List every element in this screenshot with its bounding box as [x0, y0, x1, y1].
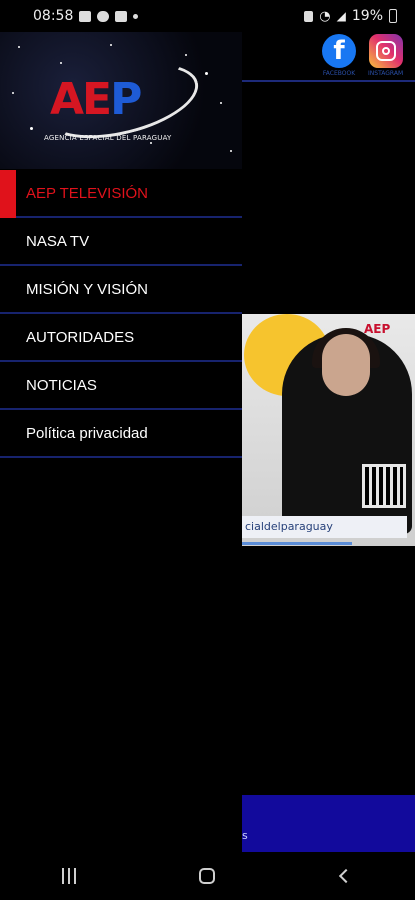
- menu-item-label: AEP TELEVISIÓN: [26, 184, 148, 202]
- menu-item-autoridades[interactable]: AUTORIDADES: [0, 314, 242, 362]
- menu-item-nasa-tv[interactable]: NASA TV: [0, 218, 242, 266]
- instagram-icon: [368, 34, 403, 68]
- menu-item-noticias[interactable]: NOTICIAS: [0, 362, 242, 410]
- drawer-header: AEP AGENCIA ESPACIAL DEL PARAGUAY: [0, 32, 242, 169]
- cloud-icon: [97, 10, 110, 22]
- navigation-drawer: AEP AGENCIA ESPACIAL DEL PARAGUAY AEP TE…: [0, 32, 242, 852]
- logo-subtitle: AGENCIA ESPACIAL DEL PARAGUAY: [44, 134, 172, 142]
- banner-text: s: [242, 829, 248, 842]
- home-icon: [199, 868, 216, 884]
- back-button[interactable]: [326, 862, 366, 890]
- aep-mini-logo: AEP: [364, 322, 391, 336]
- menu-item-politica-privacidad[interactable]: Política privacidad: [0, 410, 242, 458]
- image-icon: [79, 10, 92, 22]
- battery-percent: 19%: [351, 8, 383, 24]
- menu-item-mision-vision[interactable]: MISIÓN Y VISIÓN: [0, 266, 242, 314]
- instagram-link[interactable]: INSTAGRAM: [368, 34, 403, 77]
- status-bar: 08:58 ◔ ◢ 19%: [0, 0, 415, 32]
- facebook-icon: f: [322, 34, 356, 68]
- system-nav-bar: [0, 852, 415, 900]
- bottom-banner[interactable]: s: [242, 795, 415, 852]
- dot-icon: [133, 13, 139, 19]
- video-caption: cialdelparaguay: [242, 516, 407, 538]
- facebook-label: FACEBOOK: [322, 70, 356, 77]
- back-icon: [338, 868, 353, 884]
- menu-item-label: NOTICIAS: [26, 376, 97, 394]
- menu-item-label: NASA TV: [26, 232, 90, 250]
- aep-logo: AEP AGENCIA ESPACIAL DEL PARAGUAY: [38, 50, 206, 152]
- menu-item-aep-television[interactable]: AEP TELEVISIÓN: [0, 170, 242, 218]
- recents-icon: [62, 868, 77, 884]
- signal-icon: ◢: [336, 9, 346, 23]
- home-button[interactable]: [187, 862, 227, 890]
- status-right: ◔ ◢ 19%: [304, 8, 397, 24]
- drawer-menu: AEP TELEVISIÓN NASA TV MISIÓN Y VISIÓN A…: [0, 170, 242, 458]
- lock-icon: [304, 10, 314, 22]
- video-progress: [242, 542, 352, 545]
- wifi-icon: ◔: [319, 8, 331, 24]
- menu-item-label: AUTORIDADES: [26, 328, 135, 346]
- header-divider: [242, 80, 415, 82]
- status-left: 08:58: [33, 8, 139, 24]
- facebook-link[interactable]: f FACEBOOK: [322, 34, 356, 77]
- video-thumbnail[interactable]: AEP cialdelparaguay: [242, 314, 415, 546]
- logo-text: AEP: [50, 74, 142, 125]
- youtube-icon: [115, 10, 128, 22]
- battery-icon: [389, 9, 397, 23]
- qr-code-icon: [362, 464, 406, 508]
- menu-item-label: MISIÓN Y VISIÓN: [26, 280, 148, 298]
- status-time: 08:58: [33, 8, 74, 24]
- recents-button[interactable]: [49, 862, 89, 890]
- menu-item-label: Política privacidad: [26, 424, 148, 442]
- instagram-label: INSTAGRAM: [368, 70, 404, 77]
